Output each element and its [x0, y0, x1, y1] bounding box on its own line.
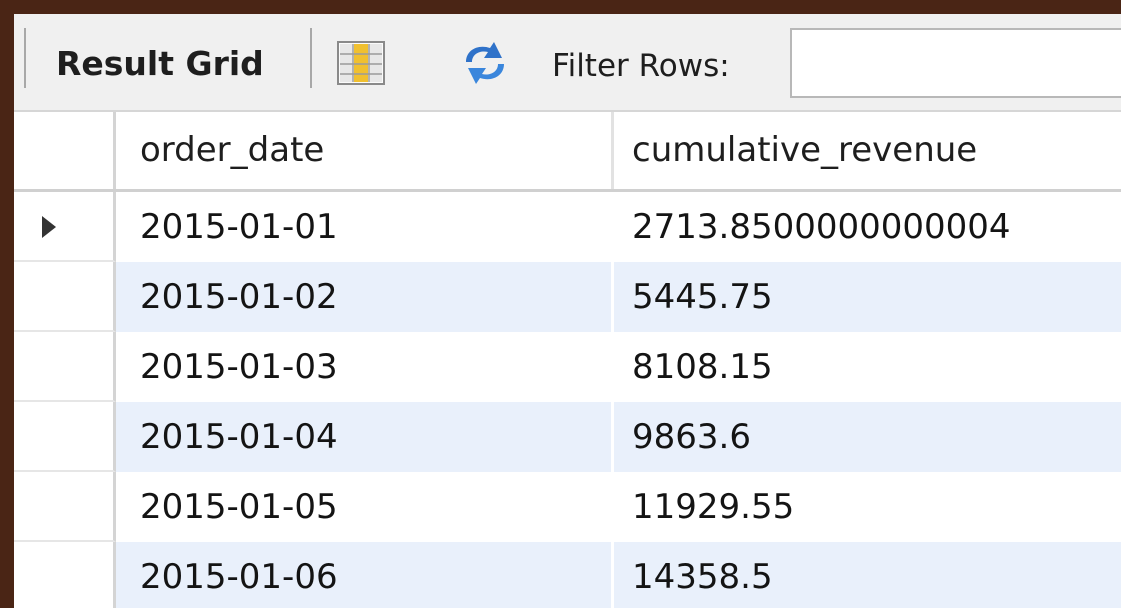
table-row[interactable]: 2015-01-05 11929.55	[14, 472, 1121, 542]
order-date-cell[interactable]: 2015-01-04	[116, 402, 614, 472]
row-selector[interactable]	[14, 332, 116, 402]
table-header-row: order_date cumulative_revenue	[14, 112, 1121, 192]
toolbar-separator	[310, 28, 312, 88]
column-header-order-date[interactable]: order_date	[116, 112, 614, 189]
table-row[interactable]: 2015-01-02 5445.75	[14, 262, 1121, 332]
cumulative-revenue-cell[interactable]: 14358.5	[614, 542, 1121, 608]
result-grid-tab[interactable]: Result Grid	[56, 44, 264, 84]
cumulative-revenue-cell[interactable]: 8108.15	[614, 332, 1121, 402]
row-selector[interactable]	[14, 472, 116, 542]
cumulative-revenue-cell[interactable]: 11929.55	[614, 472, 1121, 542]
table-row[interactable]: 2015-01-01 2713.8500000000004	[14, 192, 1121, 262]
column-header-cumulative-revenue[interactable]: cumulative_revenue	[614, 112, 1121, 189]
toolbar-separator	[24, 28, 26, 88]
table-row[interactable]: 2015-01-03 8108.15	[14, 332, 1121, 402]
filter-rows-label: Filter Rows:	[552, 48, 730, 84]
cumulative-revenue-cell[interactable]: 2713.8500000000004	[614, 192, 1121, 262]
result-table: order_date cumulative_revenue 2015-01-01…	[14, 112, 1121, 608]
cumulative-revenue-cell[interactable]: 5445.75	[614, 262, 1121, 332]
order-date-cell[interactable]: 2015-01-06	[116, 542, 614, 608]
table-row[interactable]: 2015-01-04 9863.6	[14, 402, 1121, 472]
current-row-arrow-icon	[42, 216, 56, 238]
refresh-icon[interactable]	[454, 38, 516, 88]
header-selector-cell[interactable]	[14, 112, 116, 189]
filter-rows-input[interactable]	[790, 28, 1121, 98]
result-grid-panel: Result Grid Filter Rows: order_date cumu…	[14, 14, 1121, 608]
grid-layout-icon[interactable]	[336, 40, 386, 86]
row-selector[interactable]	[14, 262, 116, 332]
order-date-cell[interactable]: 2015-01-01	[116, 192, 614, 262]
order-date-cell[interactable]: 2015-01-03	[116, 332, 614, 402]
row-selector[interactable]	[14, 402, 116, 472]
row-selector[interactable]	[14, 192, 116, 262]
result-toolbar: Result Grid Filter Rows:	[14, 14, 1121, 112]
row-selector[interactable]	[14, 542, 116, 608]
order-date-cell[interactable]: 2015-01-02	[116, 262, 614, 332]
order-date-cell[interactable]: 2015-01-05	[116, 472, 614, 542]
table-row[interactable]: 2015-01-06 14358.5	[14, 542, 1121, 608]
cumulative-revenue-cell[interactable]: 9863.6	[614, 402, 1121, 472]
